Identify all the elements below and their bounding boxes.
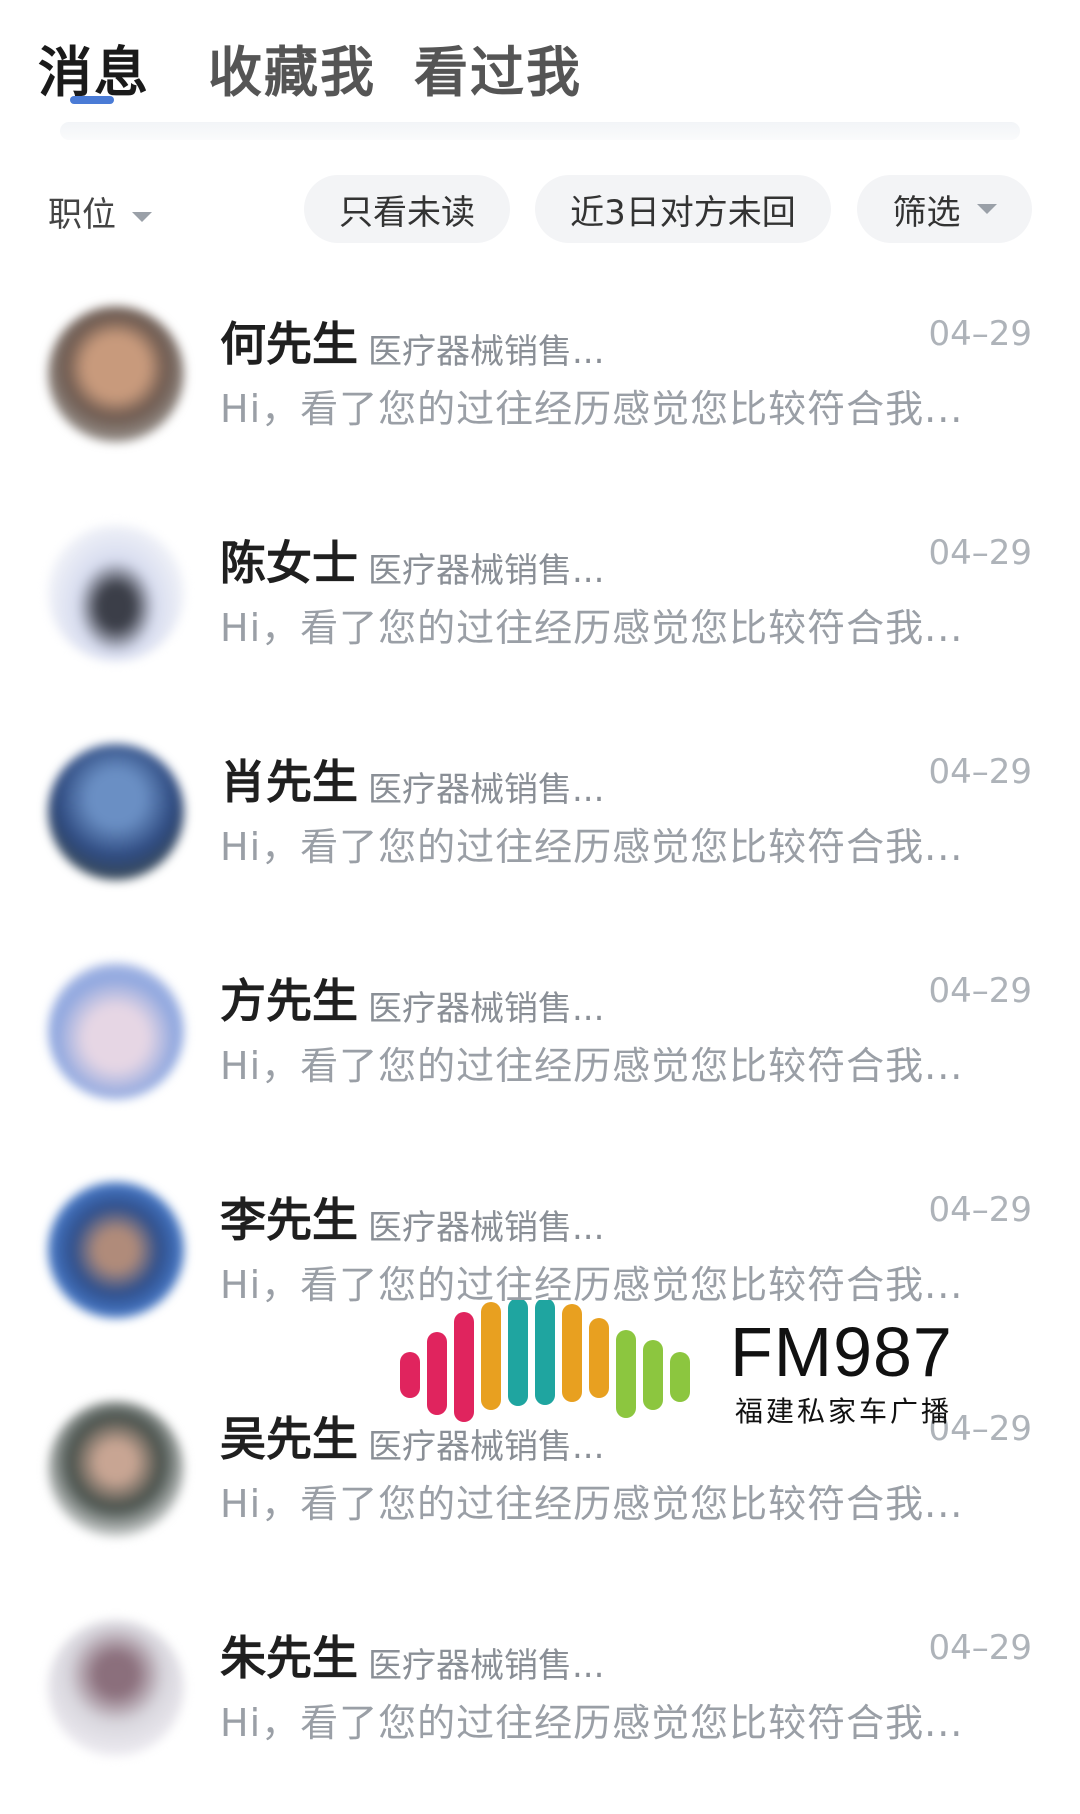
message-preview: Hi，看了您的过往经历感觉您比较符合我... (220, 387, 964, 431)
contact-name: 陈女士 (220, 536, 358, 590)
no-reply-3-days-chip[interactable]: 近3日对方未回 (535, 175, 831, 243)
contact-name: 肖先生 (220, 755, 358, 809)
message-date: 04–29 (928, 314, 1032, 354)
chevron-down-icon (976, 204, 997, 214)
filter-chip-label: 筛选 (892, 192, 961, 233)
list-item[interactable]: 方先生 医疗器械销售... 04–29 Hi，看了您的过往经历感觉您比较符合我.… (0, 947, 1080, 1157)
unread-only-chip[interactable]: 只看未读 (304, 175, 510, 243)
active-tab-indicator (70, 96, 114, 104)
list-item[interactable]: 朱先生 医疗器械销售... 04–29 Hi，看了您的过往经历感觉您比较符合我.… (0, 1604, 1080, 1814)
filter-row: 职位 只看未读 近3日对方未回 筛选 (0, 175, 1080, 245)
list-item[interactable]: 何先生 医疗器械销售... 04–29 Hi，看了您的过往经历感觉您比较符合我.… (0, 290, 1080, 500)
job-title: 医疗器械销售... (368, 332, 605, 372)
avatar (48, 744, 184, 880)
message-date: 04–29 (928, 1190, 1032, 1230)
job-title: 医疗器械销售... (368, 551, 605, 591)
message-date: 04–29 (928, 1628, 1032, 1668)
contact-name: 吴先生 (220, 1412, 358, 1466)
job-title: 医疗器械销售... (368, 1646, 605, 1686)
tab-divider (60, 122, 1020, 140)
message-date: 04–29 (928, 752, 1032, 792)
watermark-title: FM987 (730, 1313, 953, 1391)
watermark-subtitle: 福建私家车广播 (735, 1395, 953, 1428)
tab-viewed-me[interactable]: 看过我 (414, 28, 582, 107)
avatar (48, 525, 184, 661)
contact-name: 何先生 (220, 317, 358, 371)
radio-watermark: FM987 福建私家车广播 (395, 1300, 955, 1430)
message-preview: Hi，看了您的过往经历感觉您比较符合我... (220, 1044, 964, 1088)
job-title: 医疗器械销售... (368, 989, 605, 1029)
filter-chip[interactable]: 筛选 (857, 175, 1032, 243)
avatar (48, 963, 184, 1099)
message-date: 04–29 (928, 533, 1032, 573)
list-item[interactable]: 肖先生 医疗器械销售... 04–29 Hi，看了您的过往经历感觉您比较符合我.… (0, 728, 1080, 938)
job-title: 医疗器械销售... (368, 770, 605, 810)
contact-name: 朱先生 (220, 1631, 358, 1685)
avatar (48, 1620, 184, 1756)
tab-favorited-me[interactable]: 收藏我 (208, 28, 376, 107)
chevron-down-icon (132, 211, 152, 222)
avatar (48, 1182, 184, 1318)
message-preview: Hi，看了您的过往经历感觉您比较符合我... (220, 1701, 964, 1745)
contact-name: 李先生 (220, 1193, 358, 1247)
equalizer-logo-icon (400, 1300, 690, 1422)
list-item[interactable]: 陈女士 医疗器械销售... 04–29 Hi，看了您的过往经历感觉您比较符合我.… (0, 509, 1080, 719)
message-preview: Hi，看了您的过往经历感觉您比较符合我... (220, 606, 964, 650)
message-preview: Hi，看了您的过往经历感觉您比较符合我... (220, 825, 964, 869)
position-filter[interactable]: 职位 (48, 187, 152, 236)
avatar (48, 1401, 184, 1537)
avatar (48, 306, 184, 442)
tab-bar: 消息 收藏我 看过我 (0, 0, 1080, 120)
position-filter-label: 职位 (48, 195, 116, 235)
message-preview: Hi，看了您的过往经历感觉您比较符合我... (220, 1482, 964, 1526)
job-title: 医疗器械销售... (368, 1208, 605, 1248)
contact-name: 方先生 (220, 974, 358, 1028)
message-date: 04–29 (928, 971, 1032, 1011)
